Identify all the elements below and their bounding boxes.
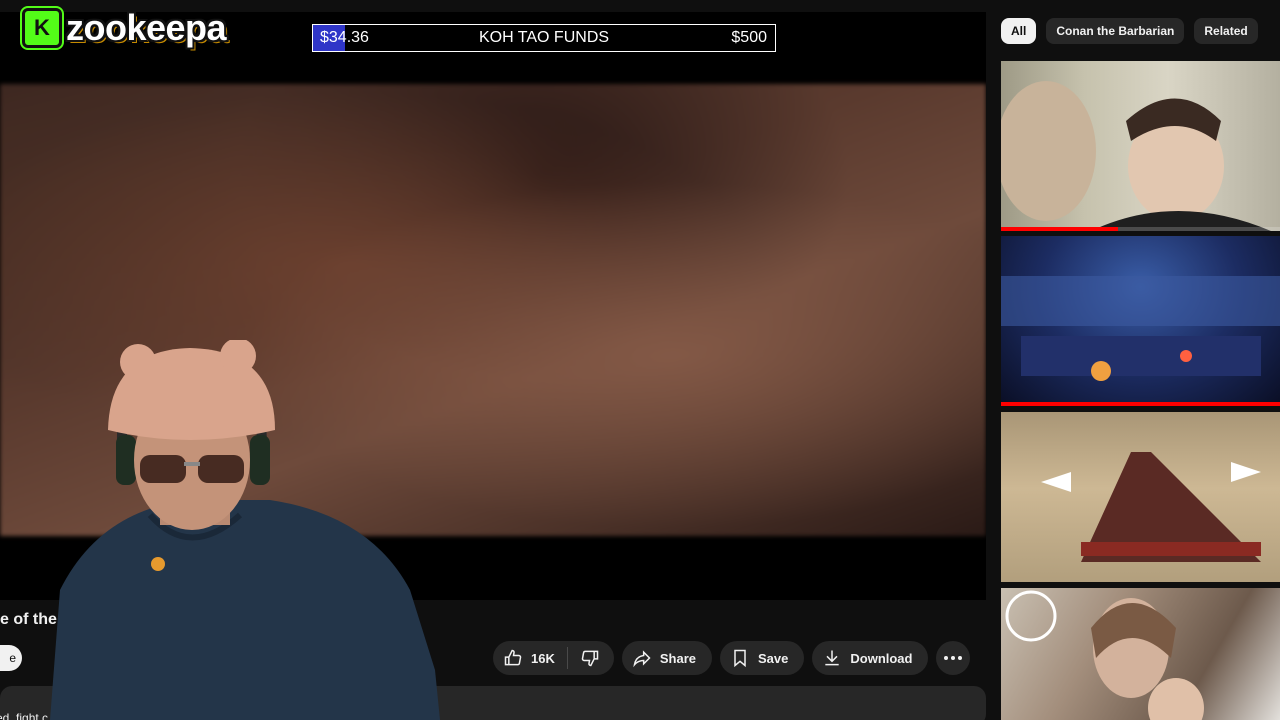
kick-logo: K zookeepa <box>22 7 227 48</box>
funds-current: $34.36 <box>320 29 369 46</box>
recommended-video-thumbnail[interactable] <box>1001 412 1280 582</box>
funds-title: KOH TAO FUNDS <box>478 29 610 46</box>
action-bar: 16K Share Save Download <box>493 641 971 675</box>
save-button[interactable]: Save <box>720 641 805 675</box>
bookmark-icon <box>734 649 746 668</box>
like-button[interactable]: 16K <box>503 647 568 669</box>
thumbnail-image <box>1005 590 1204 720</box>
chip-conan-the-barbarian[interactable]: Conan the Barbarian <box>1046 18 1185 44</box>
channel-name: zookeepa <box>66 7 227 48</box>
funds-progress-bar: KOH TAO FUNDS $34.36 $500 <box>312 24 776 52</box>
share-label: Share <box>659 650 696 666</box>
thumbnail-image <box>1041 452 1261 562</box>
chip-related[interactable]: Related <box>1194 18 1258 44</box>
share-button[interactable]: Share <box>621 641 712 675</box>
download-button[interactable]: Download <box>812 641 929 675</box>
dot <box>951 656 956 660</box>
kick-icon: K <box>22 8 62 48</box>
funds-goal: $500 <box>731 29 767 46</box>
chip-all[interactable]: All <box>1001 18 1037 44</box>
dot <box>958 656 963 660</box>
share-icon <box>633 650 651 668</box>
watch-progress <box>1001 402 1280 406</box>
like-count: 16K <box>531 650 555 666</box>
dislike-button[interactable] <box>568 648 614 668</box>
thumbnail-image <box>1001 81 1271 231</box>
recommended-video-thumbnail[interactable] <box>1001 61 1280 231</box>
filter-chips: All Conan the Barbarian Related <box>1001 18 1258 44</box>
recommended-video-thumbnail[interactable] <box>1001 588 1280 720</box>
streamer-webcam <box>50 340 440 720</box>
download-label: Download <box>850 650 913 666</box>
download-icon <box>825 650 840 666</box>
thumbs-up-icon <box>504 649 522 666</box>
recommended-video-thumbnail[interactable] <box>1001 236 1280 406</box>
like-dislike-group: 16K <box>493 641 614 675</box>
thumbnail-image <box>1001 276 1280 381</box>
thumbs-down-icon <box>581 650 599 667</box>
watch-progress <box>1001 227 1119 231</box>
stream-scene: e of the e ed, fight c 16K Share Save Do… <box>0 0 1280 720</box>
subscribe-button[interactable]: e <box>0 645 22 671</box>
dot <box>944 656 949 660</box>
more-actions-button[interactable] <box>936 641 971 675</box>
save-label: Save <box>758 650 789 666</box>
